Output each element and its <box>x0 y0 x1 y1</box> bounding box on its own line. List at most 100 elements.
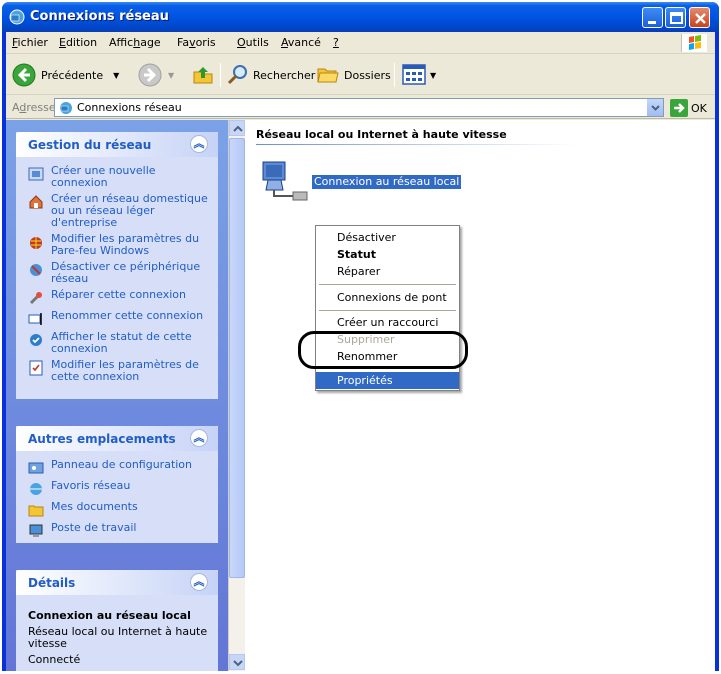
close-button[interactable] <box>689 7 710 28</box>
up-folder-icon <box>193 67 213 84</box>
menu-favorites[interactable]: Favoris <box>177 36 216 49</box>
network-tasks-title: Gestion du réseau <box>28 138 152 152</box>
menu-separator <box>319 284 456 285</box>
menu-bar: Fichier Edition Affichage Favoris Outils… <box>6 32 715 54</box>
toolbar: Précédente ▼ ▼ Rechercher Dossiers ▼ <box>6 55 715 95</box>
place-network-places[interactable]: Favoris réseau <box>28 480 212 497</box>
details-panel: Détails ︽ Connexion au réseau local Rése… <box>16 570 218 671</box>
task-change-settings[interactable]: Modifier les paramètres de cette connexi… <box>28 359 212 383</box>
other-places-header[interactable]: Autres emplacements ︽ <box>16 426 218 451</box>
collapse-icon[interactable]: ︽ <box>190 573 208 591</box>
close-icon <box>695 13 706 24</box>
chevron-down-icon <box>233 660 243 667</box>
task-view-status[interactable]: Afficher le statut de cette connexion <box>28 331 212 355</box>
up-folder-button[interactable] <box>192 62 214 88</box>
views-dropdown-icon[interactable]: ▼ <box>430 71 436 80</box>
place-my-computer[interactable]: Poste de travail <box>28 522 212 539</box>
group-header: Réseau local ou Internet à haute vitesse <box>256 128 507 141</box>
maximize-icon <box>670 12 683 24</box>
go-label: OK <box>691 101 707 115</box>
forward-button[interactable]: ▼ <box>138 62 174 88</box>
views-button[interactable]: ▼ <box>402 62 436 88</box>
lan-connection-icon[interactable] <box>261 160 309 204</box>
menu-help[interactable]: ? <box>333 36 339 49</box>
address-value: Connexions réseau <box>77 101 182 114</box>
back-button[interactable]: Précédente ▼ <box>12 62 119 88</box>
details-connection-name: Connexion au réseau local <box>28 609 191 622</box>
task-pane-scrollbar[interactable] <box>228 120 245 671</box>
other-places-title: Autres emplacements <box>28 432 176 446</box>
collapse-icon[interactable]: ︽ <box>190 135 208 153</box>
search-icon <box>227 65 247 85</box>
task-pane: Gestion du réseau ︽ Créer une nouvelle c… <box>6 120 228 671</box>
menu-advanced[interactable]: Avancé <box>281 36 321 49</box>
task-rename-connection[interactable]: Renommer cette connexion <box>28 310 212 327</box>
repair-icon <box>29 292 42 305</box>
title-bar[interactable]: Connexions réseau <box>2 2 719 32</box>
task-repair-connection[interactable]: Réparer cette connexion <box>28 289 212 306</box>
network-tasks-header[interactable]: Gestion du réseau ︽ <box>16 132 218 157</box>
task-disable-device[interactable]: Désactiver ce périphérique réseau <box>28 261 212 285</box>
menu-item-bridge-connections[interactable]: Connexions de pont <box>316 289 459 306</box>
search-button[interactable]: Rechercher <box>226 62 315 88</box>
windows-logo-icon <box>681 34 707 52</box>
menu-view[interactable]: Affichage <box>109 36 161 49</box>
minimize-button[interactable] <box>642 7 663 28</box>
toolbar-separator <box>394 63 395 87</box>
maximize-button[interactable] <box>665 7 686 28</box>
forward-dropdown-icon[interactable]: ▼ <box>168 71 174 80</box>
folders-label: Dossiers <box>344 68 391 82</box>
menu-tools[interactable]: Outils <box>237 36 269 49</box>
menu-item-properties[interactable]: Propriétés <box>316 372 459 389</box>
back-dropdown-icon[interactable]: ▼ <box>113 71 119 80</box>
back-label: Précédente <box>41 68 104 82</box>
properties-highlight-ring <box>298 331 468 369</box>
chevron-up-icon <box>233 125 243 132</box>
rename-icon <box>28 313 42 325</box>
menu-item-create-shortcut[interactable]: Créer un raccourci <box>316 314 459 331</box>
lan-connection-label[interactable]: Connexion au réseau local <box>312 175 462 189</box>
address-dropdown-button[interactable] <box>646 99 663 116</box>
menu-separator <box>319 310 456 311</box>
task-home-network[interactable]: Créer un réseau domestique ou un réseau … <box>28 193 212 229</box>
address-bar: Adresse Connexions réseau OK <box>6 96 715 119</box>
scroll-up-button[interactable] <box>229 120 245 136</box>
address-input[interactable]: Connexions réseau <box>54 98 664 117</box>
collapse-icon[interactable]: ︽ <box>190 429 208 447</box>
menu-item-disable[interactable]: Désactiver <box>316 229 459 246</box>
menu-item-status[interactable]: Statut <box>316 246 459 263</box>
forward-arrow-icon <box>138 63 162 87</box>
menu-item-repair[interactable]: Réparer <box>316 263 459 280</box>
settings-icon <box>29 360 43 376</box>
scroll-thumb[interactable] <box>229 138 245 578</box>
home-network-icon <box>29 195 43 209</box>
my-computer-icon <box>29 524 43 537</box>
connections-view: Réseau local ou Internet à haute vitesse… <box>245 120 715 671</box>
address-label: Adresse <box>12 101 56 114</box>
search-label: Rechercher <box>253 68 316 82</box>
folders-button[interactable]: Dossiers <box>316 62 391 88</box>
scroll-down-button[interactable] <box>229 654 245 670</box>
network-connections-icon <box>9 9 25 25</box>
task-new-connection[interactable]: Créer une nouvelle connexion <box>28 165 212 189</box>
menu-edit[interactable]: Edition <box>59 36 97 49</box>
firewall-icon <box>30 237 42 249</box>
details-header[interactable]: Détails ︽ <box>16 570 218 595</box>
back-arrow-icon <box>12 63 36 87</box>
network-places-icon <box>30 483 42 495</box>
other-places-panel: Autres emplacements ︽ Panneau de configu… <box>16 426 218 543</box>
menu-file[interactable]: Fichier <box>12 36 48 49</box>
toolbar-separator <box>220 63 221 87</box>
window-title: Connexions réseau <box>30 9 169 24</box>
network-tasks-panel: Gestion du réseau ︽ Créer une nouvelle c… <box>16 132 218 399</box>
go-button[interactable]: OK <box>670 99 710 117</box>
details-connection-status: Connecté <box>28 653 81 666</box>
minimize-icon <box>648 21 656 24</box>
network-connections-icon <box>60 102 72 114</box>
task-firewall-settings[interactable]: Modifier les paramètres du Pare-feu Wind… <box>28 233 212 257</box>
place-control-panel[interactable]: Panneau de configuration <box>28 459 212 476</box>
place-my-documents[interactable]: Mes documents <box>28 501 212 518</box>
disable-device-icon <box>30 264 42 276</box>
views-icon <box>402 64 426 85</box>
folders-icon <box>317 68 339 83</box>
